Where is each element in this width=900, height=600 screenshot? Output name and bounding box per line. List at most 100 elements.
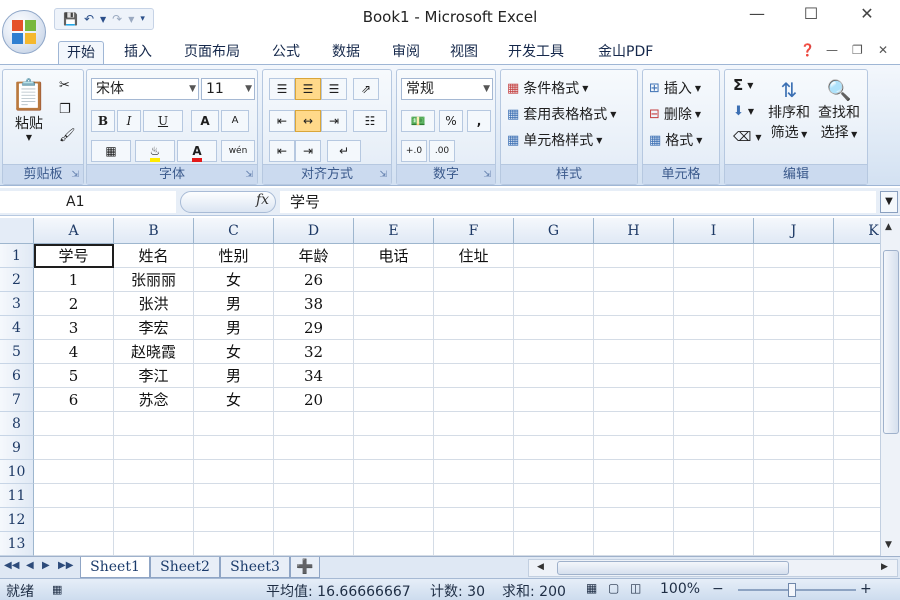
cell-k12[interactable] [834, 508, 880, 532]
row-header-4[interactable]: 4 [0, 316, 34, 340]
tab-review[interactable]: 审阅 [384, 41, 428, 65]
cell-b1[interactable]: 姓名 [114, 244, 194, 268]
cell-i9[interactable] [674, 436, 754, 460]
cell-h1[interactable] [594, 244, 674, 268]
cell-f12[interactable] [434, 508, 514, 532]
column-header-e[interactable]: E [354, 218, 434, 244]
cell-h9[interactable] [594, 436, 674, 460]
cell-a8[interactable] [34, 412, 114, 436]
first-sheet-icon[interactable]: ◀◀ [4, 560, 19, 571]
cell-h2[interactable] [594, 268, 674, 292]
cell-e4[interactable] [354, 316, 434, 340]
increase-indent-icon[interactable]: ⇥ [295, 140, 321, 162]
office-button[interactable] [2, 10, 46, 54]
cell-a7[interactable]: 6 [34, 388, 114, 412]
sheet-tab-2[interactable]: Sheet2 [150, 557, 220, 578]
row-header-5[interactable]: 5 [0, 340, 34, 364]
cell-a6[interactable]: 5 [34, 364, 114, 388]
cell-f10[interactable] [434, 460, 514, 484]
cell-f4[interactable] [434, 316, 514, 340]
cell-f5[interactable] [434, 340, 514, 364]
tab-kingsoft-pdf[interactable]: 金山PDF [590, 41, 661, 65]
cell-g13[interactable] [514, 532, 594, 556]
cell-a12[interactable] [34, 508, 114, 532]
cell-g5[interactable] [514, 340, 594, 364]
number-launcher-icon[interactable]: ⇲ [483, 170, 491, 180]
vertical-scroll-thumb[interactable] [883, 250, 899, 434]
cell-j11[interactable] [754, 484, 834, 508]
cell-c1[interactable]: 性别 [194, 244, 274, 268]
vertical-scrollbar[interactable]: ▲ ▼ [880, 218, 900, 556]
ribbon-restore-icon[interactable]: ❐ [852, 43, 863, 57]
font-name-select[interactable]: 宋体 ▼ [91, 78, 199, 100]
cell-e13[interactable] [354, 532, 434, 556]
macro-record-icon[interactable]: ▦ [52, 583, 62, 596]
shrink-font-button[interactable]: A [221, 110, 249, 132]
cell-c6[interactable]: 男 [194, 364, 274, 388]
cell-i13[interactable] [674, 532, 754, 556]
insert-sheet-icon[interactable]: ➕ [290, 557, 320, 578]
cell-c11[interactable] [194, 484, 274, 508]
align-left-icon[interactable]: ⇤ [269, 110, 295, 132]
cell-c10[interactable] [194, 460, 274, 484]
sort-filter-button[interactable]: ⇅ 排序和 筛选 ▼ [765, 78, 813, 142]
horizontal-scrollbar[interactable]: ◀ ▶ [528, 559, 898, 577]
worksheet-grid[interactable]: A B C D E F G H I J K 1 学号 姓名 性别 年龄 电话 住址 2 1 张丽丽女 26 3 2 张洪男 38 4… [0, 218, 880, 556]
wrap-text-icon[interactable]: ↵ [327, 140, 361, 162]
cell-e7[interactable] [354, 388, 434, 412]
cell-e8[interactable] [354, 412, 434, 436]
cell-f9[interactable] [434, 436, 514, 460]
insert-function-button[interactable]: fx [256, 192, 269, 208]
paste-button[interactable]: 📋 粘贴 ▼ [10, 78, 47, 142]
horizontal-scroll-thumb[interactable] [557, 561, 789, 575]
help-icon[interactable]: ❓ [800, 43, 815, 57]
row-header-13[interactable]: 13 [0, 532, 34, 556]
delete-cells-button[interactable]: ⊟ 删除 ▼ [649, 104, 701, 124]
italic-button[interactable]: I [117, 110, 141, 132]
cell-c12[interactable] [194, 508, 274, 532]
page-layout-view-icon[interactable]: ▢ [608, 581, 619, 595]
format-painter-icon[interactable]: 🖌 [59, 128, 76, 143]
cell-g10[interactable] [514, 460, 594, 484]
cell-f3[interactable] [434, 292, 514, 316]
cell-g3[interactable] [514, 292, 594, 316]
cell-d13[interactable] [274, 532, 354, 556]
cell-i6[interactable] [674, 364, 754, 388]
cell-h3[interactable] [594, 292, 674, 316]
cell-b7[interactable]: 苏念 [114, 388, 194, 412]
cell-j6[interactable] [754, 364, 834, 388]
cell-a11[interactable] [34, 484, 114, 508]
tab-insert[interactable]: 插入 [116, 41, 160, 65]
cell-i2[interactable] [674, 268, 754, 292]
cell-a4[interactable]: 3 [34, 316, 114, 340]
tab-developer[interactable]: 开发工具 [500, 41, 572, 65]
font-size-select[interactable]: 11 ▼ [201, 78, 255, 100]
align-middle-icon[interactable]: ☰ [295, 78, 321, 100]
align-top-icon[interactable]: ☰ [269, 78, 295, 100]
cell-a1[interactable]: 学号 [34, 244, 114, 268]
cell-i5[interactable] [674, 340, 754, 364]
decrease-indent-icon[interactable]: ⇤ [269, 140, 295, 162]
column-header-d[interactable]: D [274, 218, 354, 244]
find-select-button[interactable]: 🔍 查找和 选择 ▼ [815, 78, 863, 142]
zoom-slider-thumb[interactable] [788, 583, 796, 597]
cell-h6[interactable] [594, 364, 674, 388]
cell-b2[interactable]: 张丽丽 [114, 268, 194, 292]
percent-button[interactable]: % [439, 110, 463, 132]
cell-k8[interactable] [834, 412, 880, 436]
cut-icon[interactable]: ✂ [59, 78, 70, 93]
comma-button[interactable]: , [467, 110, 491, 132]
cell-j12[interactable] [754, 508, 834, 532]
cell-b9[interactable] [114, 436, 194, 460]
scroll-up-icon[interactable]: ▲ [885, 222, 892, 232]
cell-j10[interactable] [754, 460, 834, 484]
tab-home[interactable]: 开始 [58, 41, 104, 65]
clipboard-launcher-icon[interactable]: ⇲ [71, 170, 79, 180]
autosum-button[interactable]: Σ ▼ [733, 76, 753, 94]
fill-button[interactable]: ⬇ ▼ [733, 104, 754, 119]
cell-d10[interactable] [274, 460, 354, 484]
row-header-6[interactable]: 6 [0, 364, 34, 388]
cell-b10[interactable] [114, 460, 194, 484]
cell-b5[interactable]: 赵晓霞 [114, 340, 194, 364]
cell-b3[interactable]: 张洪 [114, 292, 194, 316]
